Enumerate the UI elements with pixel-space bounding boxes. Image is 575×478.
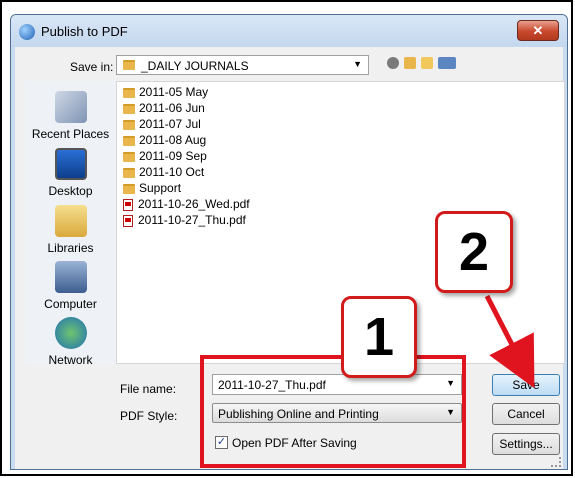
arrow-line [484,294,535,389]
callout-1: 1 [341,296,417,378]
callout-2: 2 [435,211,513,293]
